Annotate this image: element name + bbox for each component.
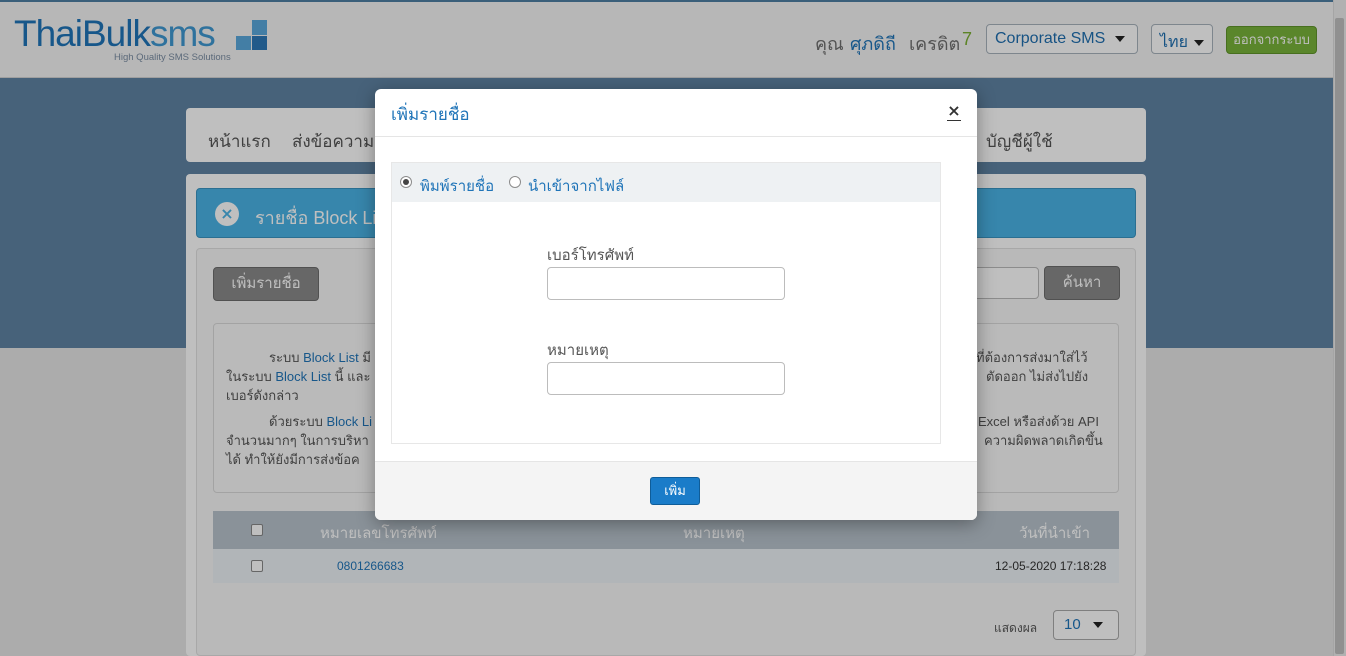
close-icon[interactable]: × [947, 101, 961, 121]
modal-body: พิมพ์รายชื่อ นำเข้าจากไฟล์ เบอร์โทรศัพท์… [375, 137, 977, 461]
modal-title: เพิ่มรายชื่อ [391, 105, 470, 124]
entry-form-box: พิมพ์รายชื่อ นำเข้าจากไฟล์ เบอร์โทรศัพท์… [391, 162, 941, 444]
modal-footer: เพิ่ม [375, 461, 977, 520]
phone-label: เบอร์โทรศัพท์ [547, 247, 635, 264]
radio-import-file-label[interactable]: นำเข้าจากไฟล์ [528, 174, 624, 198]
phone-input[interactable] [547, 267, 785, 300]
entry-mode-bar: พิมพ์รายชื่อ นำเข้าจากไฟล์ [392, 163, 940, 202]
radio-type-names-label[interactable]: พิมพ์รายชื่อ [420, 174, 494, 198]
radio-import-file[interactable] [509, 176, 521, 188]
add-submit-button[interactable]: เพิ่ม [650, 477, 700, 505]
radio-type-names[interactable] [400, 176, 412, 188]
note-label: หมายเหตุ [547, 342, 609, 359]
modal-header: เพิ่มรายชื่อ × [375, 89, 977, 137]
add-name-modal: เพิ่มรายชื่อ × พิมพ์รายชื่อ นำเข้าจากไฟล… [375, 89, 977, 520]
note-input[interactable] [547, 362, 785, 395]
